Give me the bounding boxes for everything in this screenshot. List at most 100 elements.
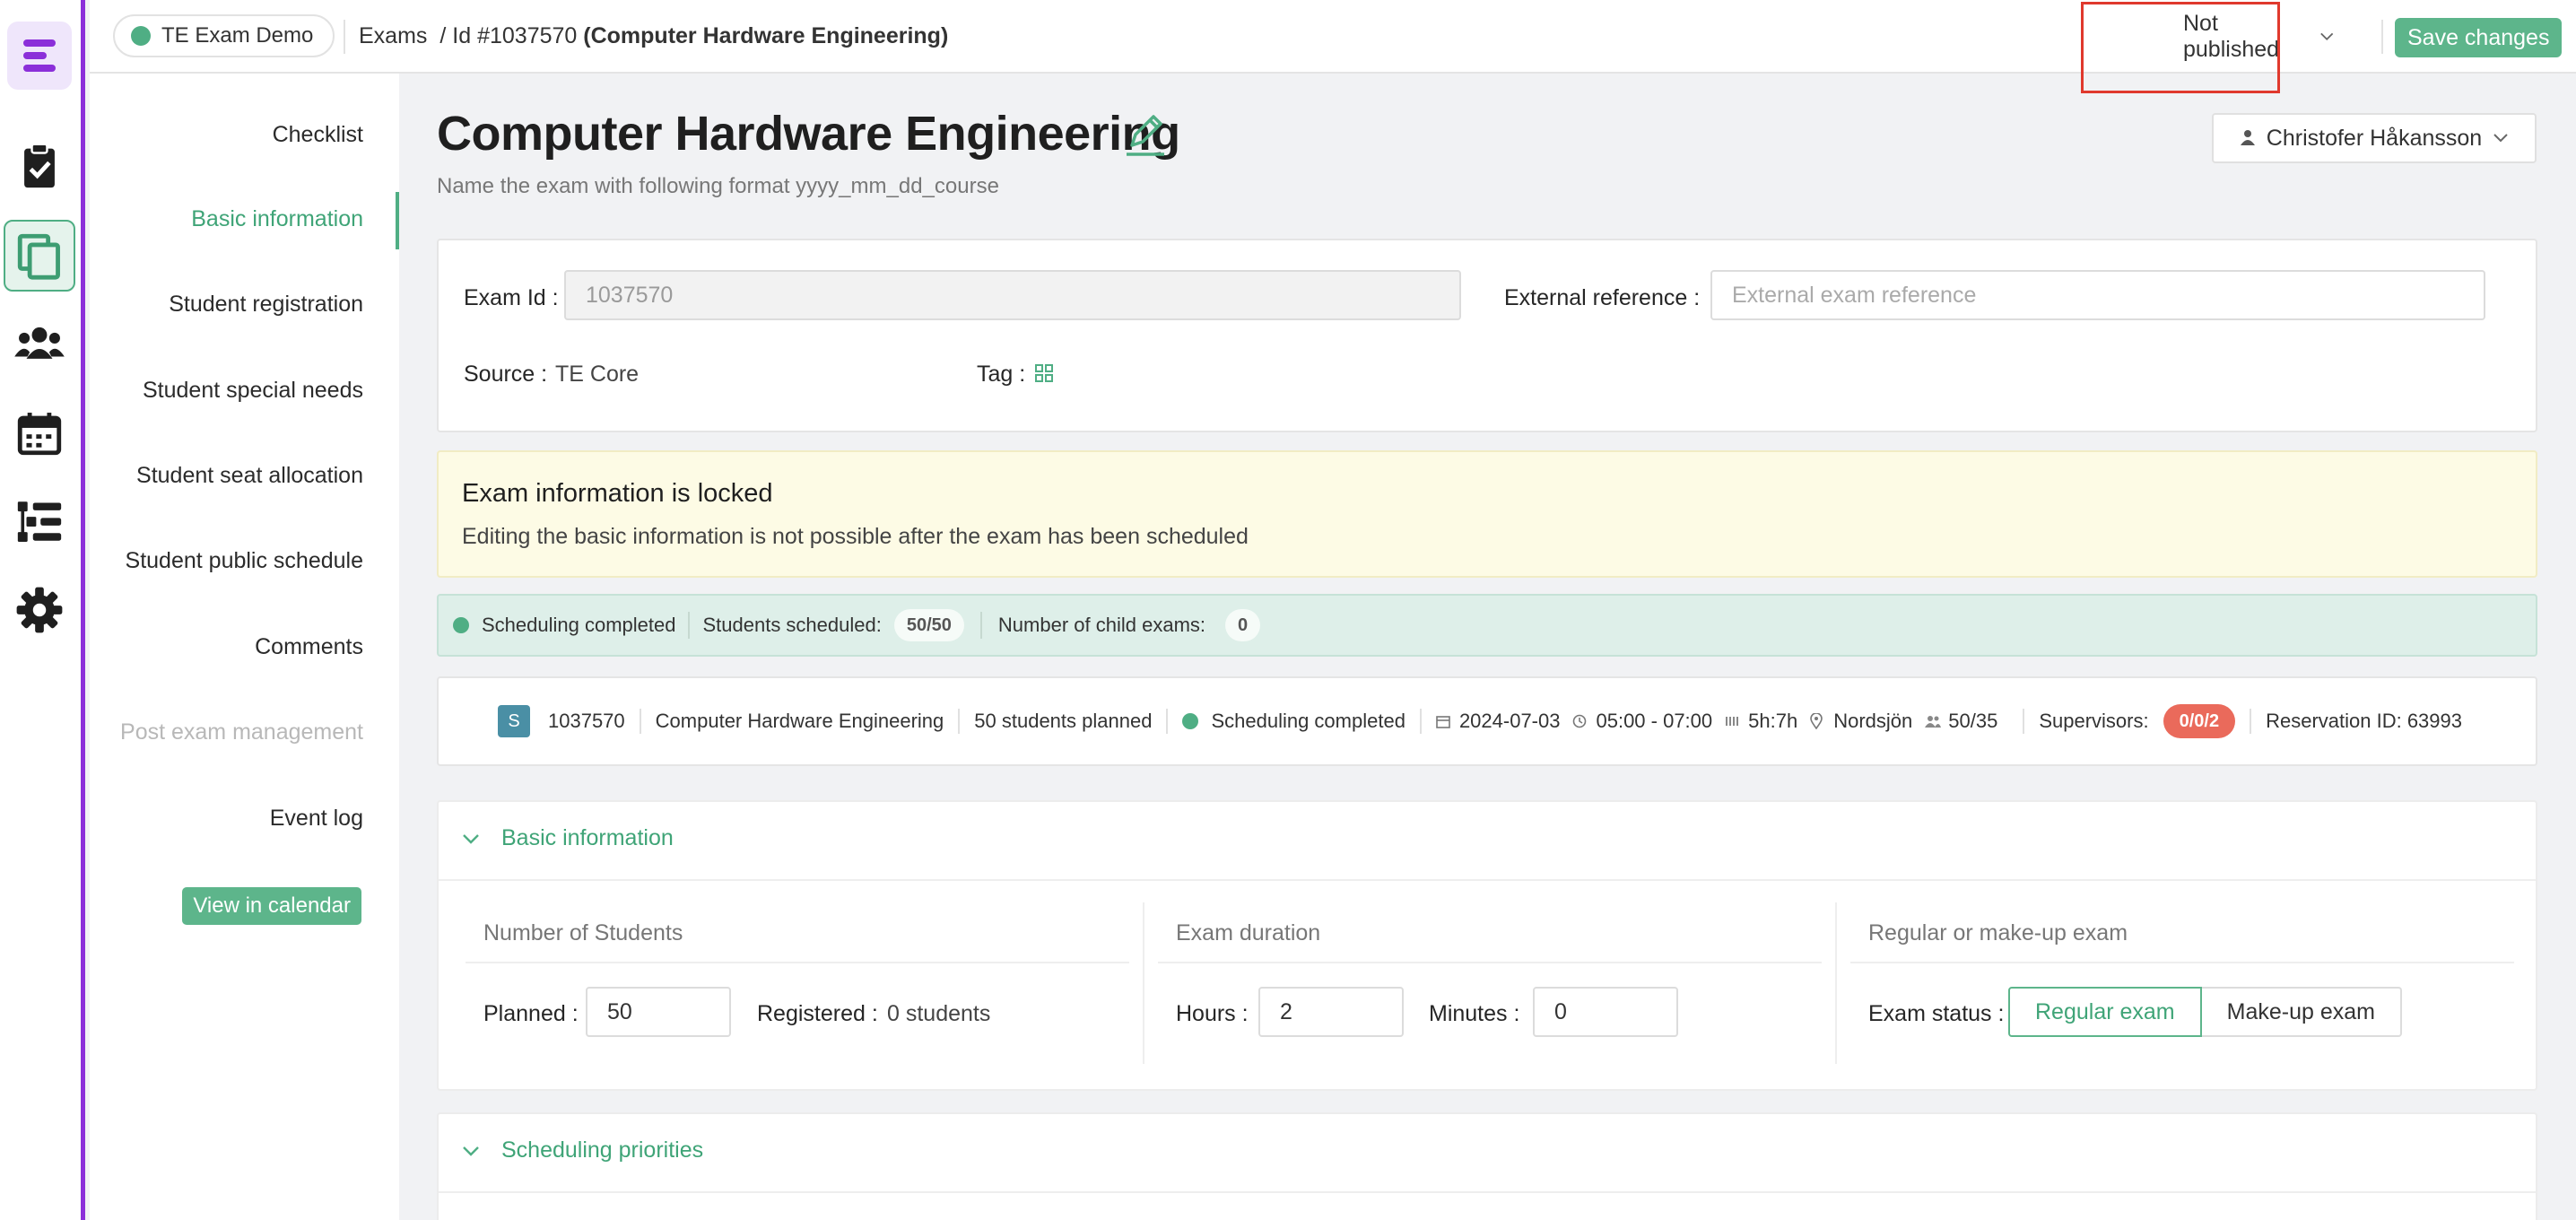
column-divider bbox=[1835, 902, 1837, 1064]
exam-row-capacity: 50/35 bbox=[1948, 710, 1998, 732]
clock-icon bbox=[1572, 712, 1590, 730]
makeup-exam-option[interactable]: Make-up exam bbox=[2201, 987, 2402, 1037]
section-menu: Checklist Basic information Student regi… bbox=[90, 74, 399, 1220]
menu-item-post-exam-management: Post exam management bbox=[120, 719, 363, 745]
child-exams-label: Number of child exams: bbox=[997, 614, 1206, 636]
menu-item-student-special-needs[interactable]: Student special needs bbox=[143, 378, 363, 404]
environment-status-dot bbox=[131, 26, 151, 46]
planned-students-input[interactable]: 50 bbox=[586, 987, 731, 1037]
scheduling-status-dot bbox=[453, 617, 469, 633]
source-value: TE Core bbox=[555, 362, 640, 387]
section-divider bbox=[439, 879, 2536, 881]
scheduling-priorities-header[interactable]: Scheduling priorities bbox=[462, 1137, 703, 1163]
users-icon[interactable] bbox=[4, 308, 75, 379]
exam-schedule-row[interactable]: S 1037570 Computer Hardware Engineering … bbox=[437, 676, 2537, 766]
copy-icon[interactable] bbox=[4, 220, 75, 292]
menu-item-comments[interactable]: Comments bbox=[255, 634, 363, 660]
edit-pencil-icon[interactable] bbox=[1123, 113, 1168, 158]
tag-grid-icon[interactable] bbox=[1034, 363, 1054, 383]
source-label: Source : bbox=[464, 362, 548, 387]
menu-item-basic-information[interactable]: Basic information bbox=[191, 206, 363, 232]
breadcrumb-divider bbox=[344, 20, 345, 54]
supervisors-badge: 0/0/2 bbox=[2163, 704, 2236, 738]
breadcrumb-exam-name: (Computer Hardware Engineering) bbox=[583, 23, 949, 48]
scheduling-priorities-title: Scheduling priorities bbox=[501, 1137, 704, 1163]
exam-row-planned: 50 students planned bbox=[974, 710, 1153, 732]
divider bbox=[979, 612, 982, 639]
column-rule bbox=[1158, 962, 1822, 963]
clipboard-check-icon[interactable] bbox=[4, 130, 75, 202]
divider bbox=[1166, 709, 1169, 734]
environment-pill[interactable]: TE Exam Demo bbox=[113, 14, 335, 57]
number-of-students-title: Number of Students bbox=[483, 920, 683, 946]
exam-type-title: Regular or make-up exam bbox=[1868, 920, 2128, 946]
external-reference-label: External reference : bbox=[1504, 285, 1701, 310]
registered-value: 0 students bbox=[887, 1001, 991, 1026]
users-icon bbox=[1925, 712, 1943, 730]
exam-info-card: Exam Id : 1037570 External reference : E… bbox=[437, 239, 2537, 432]
exam-row-status-dot bbox=[1182, 713, 1199, 729]
basic-information-title: Basic information bbox=[501, 825, 674, 850]
exam-duration-title: Exam duration bbox=[1176, 920, 1321, 946]
exam-row-room: Nordsjön bbox=[1833, 710, 1913, 732]
divider bbox=[2023, 709, 2025, 734]
user-icon bbox=[2240, 130, 2255, 145]
locked-notice-title: Exam information is locked bbox=[462, 479, 773, 508]
exam-id-field: 1037570 bbox=[564, 270, 1461, 320]
breadcrumb-exams-link[interactable]: Exams bbox=[359, 23, 427, 49]
scheduling-status: Scheduling completed bbox=[482, 614, 676, 636]
column-divider bbox=[1143, 902, 1144, 1064]
divider bbox=[2250, 709, 2252, 734]
exam-type-badge: S bbox=[498, 705, 530, 737]
menu-item-event-log[interactable]: Event log bbox=[270, 806, 363, 832]
menu-item-student-registration[interactable]: Student registration bbox=[169, 292, 363, 318]
gear-icon[interactable] bbox=[4, 574, 75, 646]
exam-row-date: 2024-07-03 bbox=[1458, 710, 1561, 732]
exam-row-duration: 5h:7h bbox=[1748, 710, 1798, 732]
save-changes-button[interactable]: Save changes bbox=[2395, 18, 2563, 57]
status-highlight-box bbox=[2081, 2, 2280, 93]
chevron-down-icon bbox=[463, 833, 479, 844]
menu-item-checklist[interactable]: Checklist bbox=[273, 122, 363, 148]
page-title: Computer Hardware Engineering bbox=[437, 107, 1180, 161]
hours-input[interactable]: 2 bbox=[1258, 987, 1404, 1037]
students-scheduled-badge: 50/50 bbox=[893, 609, 964, 641]
owner-name: Christofer Håkansson bbox=[2266, 125, 2483, 151]
exam-row-id: 1037570 bbox=[548, 710, 625, 732]
app-logo-icon[interactable] bbox=[7, 22, 72, 90]
divider bbox=[958, 709, 961, 734]
breadcrumb-current: / Id #1037570 (Computer Hardware Enginee… bbox=[439, 23, 948, 49]
breadcrumb-exam-id: / Id #1037570 bbox=[439, 23, 578, 48]
owner-select[interactable]: Christofer Håkansson bbox=[2212, 113, 2537, 163]
menu-item-student-public-schedule[interactable]: Student public schedule bbox=[126, 548, 363, 574]
environment-label: TE Exam Demo bbox=[161, 23, 314, 48]
external-reference-input[interactable]: External exam reference bbox=[1710, 270, 2485, 320]
column-rule bbox=[1850, 962, 2514, 963]
divider bbox=[639, 709, 641, 734]
scheduling-summary-bar: Scheduling completed Students scheduled:… bbox=[437, 594, 2537, 657]
regular-exam-option[interactable]: Regular exam bbox=[2008, 987, 2202, 1037]
list-tree-icon[interactable] bbox=[4, 485, 75, 557]
menu-item-student-seat-allocation[interactable]: Student seat allocation bbox=[136, 463, 363, 489]
locked-notice: Exam information is locked Editing the b… bbox=[437, 450, 2537, 578]
locked-notice-text: Editing the basic information is not pos… bbox=[462, 524, 1249, 549]
exam-row-status: Scheduling completed bbox=[1211, 710, 1405, 732]
calendar-icon[interactable] bbox=[4, 397, 75, 469]
exam-row-supervisors-label: Supervisors: bbox=[2039, 710, 2149, 732]
menu-active-indicator bbox=[396, 192, 399, 249]
chevron-down-icon bbox=[2493, 134, 2508, 143]
basic-information-header[interactable]: Basic information bbox=[462, 825, 674, 851]
basic-information-section: Basic information Number of Students Pla… bbox=[437, 800, 2537, 1091]
hours-label: Hours : bbox=[1176, 1001, 1249, 1026]
location-pin-icon bbox=[1810, 712, 1828, 730]
chevron-down-icon bbox=[463, 1146, 479, 1156]
divider bbox=[688, 612, 691, 639]
view-in-calendar-button[interactable]: View in calendar bbox=[182, 887, 361, 925]
minutes-label: Minutes : bbox=[1429, 1001, 1520, 1026]
page-subtitle: Name the exam with following format yyyy… bbox=[437, 174, 999, 198]
tag-label: Tag : bbox=[977, 362, 1026, 387]
chevron-down-icon bbox=[2319, 32, 2333, 41]
minutes-input[interactable]: 0 bbox=[1533, 987, 1678, 1037]
exam-row-name: Computer Hardware Engineering bbox=[655, 710, 944, 732]
calendar-icon bbox=[1436, 712, 1454, 730]
